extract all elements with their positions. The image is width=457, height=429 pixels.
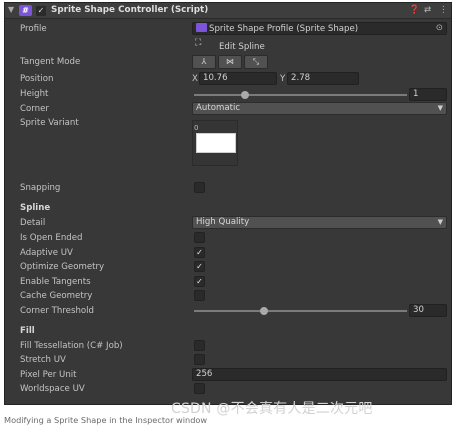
height-slider-track[interactable] <box>194 94 407 96</box>
sprite-variant-list[interactable]: 0 <box>192 120 238 166</box>
component-menu-icon[interactable]: ⋮ <box>439 5 448 15</box>
inspector-panel: ▼ # ✓ Sprite Shape Controller (Script) ❓… <box>4 2 452 405</box>
component-enabled-checkbox[interactable]: ✓ <box>36 6 46 16</box>
position-y-field[interactable]: 2.78 <box>287 72 359 85</box>
corner-threshold-label: Corner Threshold <box>20 306 94 316</box>
cache-geometry-label: Cache Geometry <box>20 291 93 301</box>
tangent-mode-label: Tangent Mode <box>20 57 81 67</box>
optimize-geometry-checkbox[interactable]: ✓ <box>194 261 205 272</box>
enable-tangents-label: Enable Tangents <box>20 277 91 287</box>
height-slider-thumb[interactable] <box>241 91 250 99</box>
corner-dropdown-value: Automatic <box>196 103 241 113</box>
pixel-per-unit-field[interactable]: 256 <box>192 368 447 381</box>
preset-icon[interactable]: ⇄ <box>424 5 431 15</box>
component-header[interactable]: ▼ # ✓ Sprite Shape Controller (Script) ❓… <box>5 3 451 19</box>
corner-threshold-slider-track[interactable] <box>194 310 407 312</box>
sprite-shape-profile-icon <box>196 23 207 32</box>
is-open-ended-checkbox[interactable] <box>194 232 205 243</box>
position-y-label: Y <box>280 74 286 84</box>
adaptive-uv-label: Adaptive UV <box>20 248 73 258</box>
height-value-field[interactable]: 1 <box>409 88 447 101</box>
component-title: Sprite Shape Controller (Script) <box>51 5 209 15</box>
edit-spline-icon[interactable]: ⛶ <box>195 38 201 48</box>
sprite-variant-label: Sprite Variant <box>20 118 79 128</box>
worldspace-uv-label: Worldspace UV <box>20 384 85 394</box>
stretch-uv-label: Stretch UV <box>20 355 66 365</box>
chevron-down-icon: ▼ <box>437 218 443 226</box>
script-icon: # <box>19 5 32 16</box>
height-label: Height <box>20 89 49 99</box>
corner-label: Corner <box>20 104 49 114</box>
stretch-uv-checkbox[interactable] <box>194 354 205 365</box>
detail-label: Detail <box>20 218 46 228</box>
enable-tangents-checkbox[interactable]: ✓ <box>194 276 205 287</box>
detail-dropdown-value: High Quality <box>196 217 250 227</box>
fill-section-title: Fill <box>20 326 35 336</box>
object-picker-icon[interactable]: ⊙ <box>436 23 443 34</box>
worldspace-uv-checkbox[interactable] <box>194 383 205 394</box>
profile-value: Sprite Shape Profile (Sprite Shape) <box>209 24 359 34</box>
optimize-geometry-label: Optimize Geometry <box>20 262 105 272</box>
chevron-down-icon: ▼ <box>437 104 443 112</box>
corner-threshold-slider-thumb[interactable] <box>260 307 269 315</box>
edit-spline-label[interactable]: Edit Spline <box>219 42 265 52</box>
position-label: Position <box>20 74 54 84</box>
is-open-ended-label: Is Open Ended <box>20 233 83 243</box>
corner-dropdown[interactable]: Automatic ▼ <box>192 102 447 115</box>
adaptive-uv-checkbox[interactable]: ✓ <box>194 247 205 258</box>
profile-object-field[interactable]: Sprite Shape Profile (Sprite Shape) ⊙ <box>192 22 447 35</box>
snapping-checkbox[interactable] <box>194 182 205 193</box>
fill-tessellation-label: Fill Tessellation (C# Job) <box>20 341 123 351</box>
tangent-broken-button[interactable]: ⤡ <box>244 55 268 69</box>
tangent-continuous-button[interactable]: ⋈ <box>218 55 242 69</box>
tangent-linear-button[interactable]: ⅄ <box>192 55 216 69</box>
detail-dropdown[interactable]: High Quality ▼ <box>192 216 447 229</box>
spline-section-title: Spline <box>20 203 51 213</box>
cache-geometry-checkbox[interactable] <box>194 290 205 301</box>
foldout-arrow-icon[interactable]: ▼ <box>8 5 14 14</box>
snapping-label: Snapping <box>20 183 61 193</box>
fill-tessellation-checkbox[interactable] <box>194 340 205 351</box>
position-x-field[interactable]: 10.76 <box>199 72 277 85</box>
position-x-label: X <box>192 74 198 84</box>
pixel-per-unit-label: Pixel Per Unit <box>20 370 77 380</box>
profile-label: Profile <box>20 24 47 34</box>
figure-caption: Modifying a Sprite Shape in the Inspecto… <box>4 415 208 425</box>
corner-threshold-value-field[interactable]: 30 <box>409 304 447 317</box>
help-icon[interactable]: ❓ <box>409 5 420 15</box>
sprite-variant-thumbnail[interactable] <box>196 133 236 153</box>
sprite-variant-index: 0 <box>194 124 199 132</box>
